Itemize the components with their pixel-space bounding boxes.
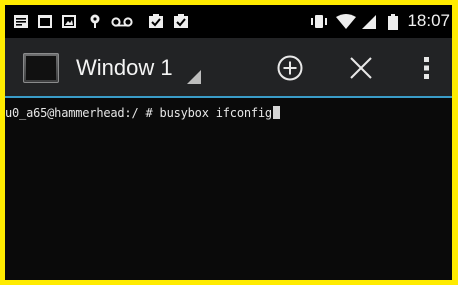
location-pin-icon	[87, 14, 103, 29]
window-selector[interactable]: Window 1	[76, 52, 201, 84]
terminal-emulator-icon[interactable]	[23, 53, 59, 83]
terminal-icon	[37, 14, 53, 29]
typed-command: busybox ifconfig	[159, 106, 273, 120]
terminal-view[interactable]: u0_a65@hammerhead:/ # busybox ifconfig	[5, 98, 452, 280]
status-clock: 18:07	[407, 11, 450, 30]
terminal-line: u0_a65@hammerhead:/ # busybox ifconfig	[5, 106, 280, 120]
wifi-icon	[335, 14, 357, 29]
notes-icon	[13, 14, 29, 29]
task-icon-2	[173, 14, 189, 29]
battery-icon	[388, 14, 398, 30]
signal-icon	[361, 14, 377, 29]
voicemail-icon	[111, 14, 133, 29]
phone-screen: 18:07 Window 1 u0_a65@hammerhead:/ # bus…	[5, 5, 452, 280]
task-icon	[148, 14, 164, 29]
add-circle-icon[interactable]	[274, 52, 306, 84]
window-title: Window 1	[76, 55, 173, 80]
shell-prompt: u0_a65@hammerhead:/ #	[5, 106, 160, 120]
text-cursor	[272, 106, 280, 119]
more-vert-icon[interactable]	[417, 52, 437, 84]
close-icon[interactable]	[345, 52, 377, 84]
status-bar: 18:07	[5, 5, 452, 38]
action-bar: Window 1	[5, 38, 452, 96]
image-icon	[61, 14, 77, 29]
spinner-triangle-icon	[185, 68, 201, 84]
vibrate-icon	[310, 14, 328, 29]
